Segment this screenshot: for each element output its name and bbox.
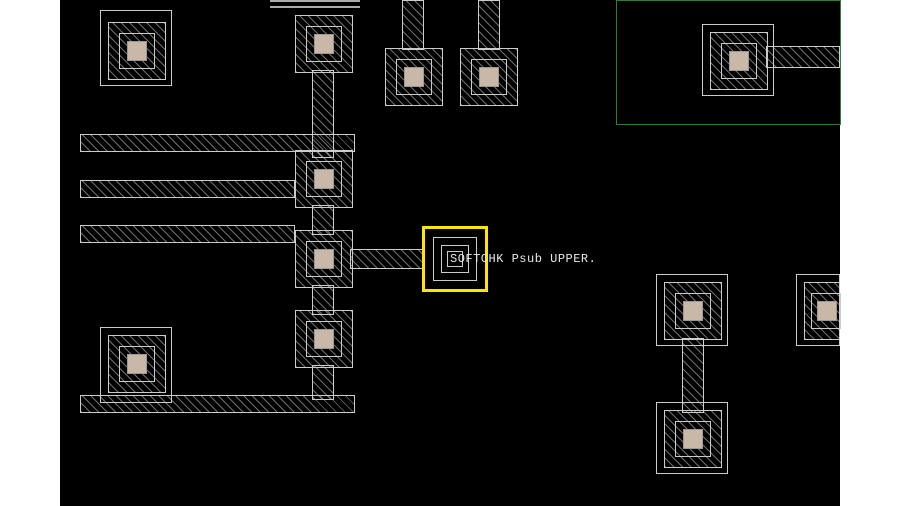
- contact-cell: [460, 48, 518, 106]
- layer-outline: [702, 24, 774, 96]
- contact-cell: [295, 310, 353, 368]
- metal-trace: [312, 285, 334, 315]
- guide-line: [270, 6, 360, 8]
- contact-cell: [385, 48, 443, 106]
- contact-cell: [295, 230, 353, 288]
- metal-trace: [80, 180, 295, 198]
- via: [314, 329, 334, 349]
- metal-trace: [312, 205, 334, 235]
- metal-trace: [402, 0, 424, 50]
- via: [314, 34, 334, 54]
- via: [314, 169, 334, 189]
- guide-line: [270, 0, 360, 2]
- drc-marker-label: SOFTCHK Psub UPPER.: [450, 252, 596, 266]
- metal-trace: [682, 338, 704, 413]
- metal-trace: [478, 0, 500, 50]
- layer-outline: [656, 274, 728, 346]
- metal-trace: [80, 225, 295, 243]
- metal-trace: [766, 46, 840, 68]
- via: [404, 67, 424, 87]
- contact-cell: [295, 150, 353, 208]
- via: [479, 67, 499, 87]
- layer-outline: [796, 274, 840, 346]
- contact-cell: [295, 15, 353, 73]
- metal-trace: [312, 70, 334, 158]
- metal-trace: [350, 249, 425, 269]
- metal-trace: [312, 365, 334, 400]
- via: [314, 249, 334, 269]
- layout-canvas[interactable]: SOFTCHK Psub UPPER.: [60, 0, 840, 506]
- layer-outline: [100, 10, 172, 86]
- layer-outline: [100, 327, 172, 403]
